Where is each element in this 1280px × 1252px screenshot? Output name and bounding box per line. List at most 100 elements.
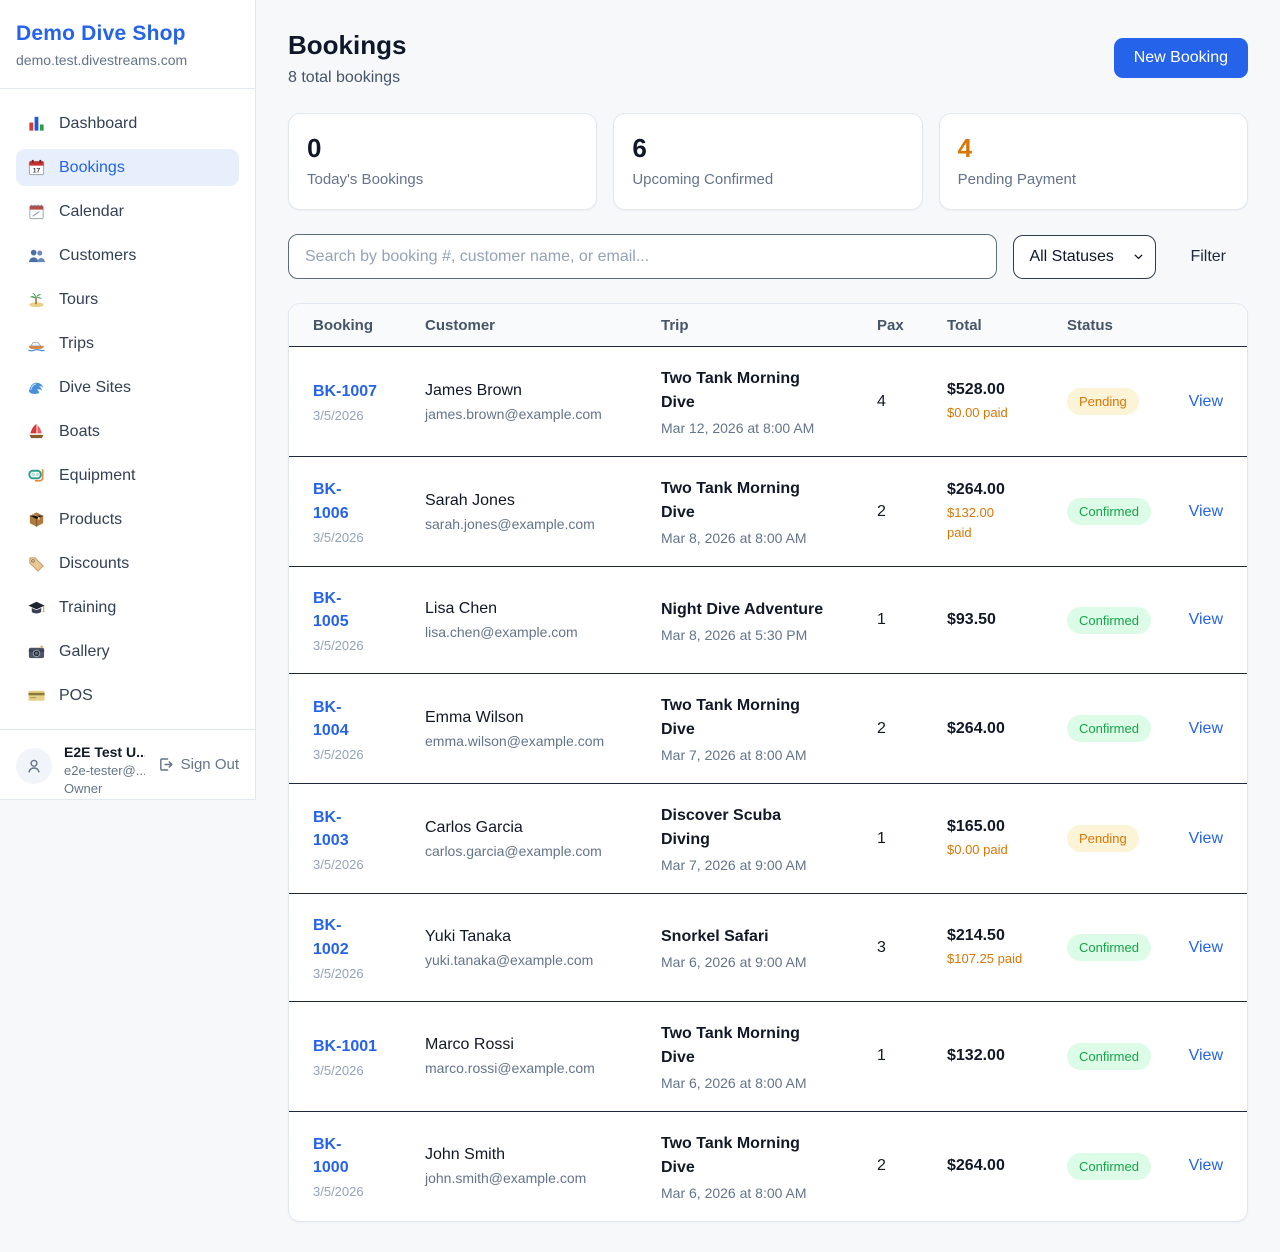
filter-bar: All Statuses Filter — [288, 234, 1248, 279]
page-subtitle: 8 total bookings — [288, 69, 406, 87]
sign-out-button[interactable]: Sign Out — [157, 756, 239, 773]
status-badge: Confirmed — [1067, 1043, 1151, 1070]
booking-id-link[interactable]: BK-1000 — [313, 1133, 355, 1179]
view-link[interactable]: View — [1189, 611, 1223, 628]
customer-name: James Brown — [425, 382, 661, 400]
sidebar-item-trips[interactable]: Trips — [16, 325, 239, 362]
booking-id-link[interactable]: BK-1004 — [313, 696, 355, 742]
customer-name: Lisa Chen — [425, 600, 661, 618]
sidebar-item-equipment[interactable]: Equipment — [16, 457, 239, 494]
stat-card-upcoming-confirmed: 6 Upcoming Confirmed — [613, 113, 922, 210]
user-role: Owner — [64, 781, 145, 796]
stat-card-todays-bookings: 0 Today's Bookings — [288, 113, 597, 210]
stat-label: Upcoming Confirmed — [632, 171, 903, 188]
trip-name: Two Tank Morning Dive — [661, 1022, 833, 1070]
sidebar-item-boats[interactable]: Boats — [16, 413, 239, 450]
user-email: e2e-tester@... — [64, 763, 145, 778]
table-row: BK-1007 3/5/2026 James Brown james.brown… — [289, 347, 1247, 457]
trip-name: Two Tank Morning Dive — [661, 1132, 833, 1180]
customer-name: Yuki Tanaka — [425, 928, 661, 946]
booking-id-link[interactable]: BK-1002 — [313, 914, 355, 960]
trip-name: Two Tank Morning Dive — [661, 694, 833, 742]
total-amount: $264.00 — [947, 1157, 1067, 1175]
total-amount: $214.50 — [947, 927, 1067, 945]
user-info: E2E Test U... e2e-tester@... Owner — [64, 744, 145, 796]
sidebar-item-bookings[interactable]: 17 Bookings — [16, 149, 239, 186]
tag-icon — [26, 554, 46, 574]
booking-id-link[interactable]: BK-1003 — [313, 806, 355, 852]
customer-email: emma.wilson@example.com — [425, 733, 661, 749]
table-row: BK-1004 3/5/2026 Emma Wilson emma.wilson… — [289, 674, 1247, 784]
table-body: BK-1007 3/5/2026 James Brown james.brown… — [289, 347, 1247, 1221]
sidebar-item-discounts[interactable]: Discounts — [16, 545, 239, 582]
paid-amount: $0.00 paid — [947, 840, 1067, 860]
sidebar-item-dashboard[interactable]: Dashboard — [16, 105, 239, 142]
trip-datetime: Mar 8, 2026 at 5:30 PM — [661, 627, 877, 643]
status-select[interactable]: All Statuses — [1013, 235, 1156, 279]
total-amount: $264.00 — [947, 481, 1067, 499]
total-amount: $264.00 — [947, 720, 1067, 738]
sidebar-item-customers[interactable]: Customers — [16, 237, 239, 274]
people-icon — [26, 246, 46, 266]
pax-count: 1 — [877, 830, 947, 848]
sidebar-item-training[interactable]: Training — [16, 589, 239, 626]
stat-card-pending-payment: 4 Pending Payment — [939, 113, 1248, 210]
pax-count: 2 — [877, 503, 947, 521]
trip-name: Two Tank Morning Dive — [661, 367, 833, 415]
table-header-row: Booking Customer Trip Pax Total Status — [289, 304, 1247, 347]
view-link[interactable]: View — [1189, 393, 1223, 410]
view-link[interactable]: View — [1189, 503, 1223, 520]
search-input[interactable] — [288, 234, 997, 279]
status-badge: Confirmed — [1067, 607, 1151, 634]
trip-datetime: Mar 8, 2026 at 8:00 AM — [661, 530, 877, 546]
column-header-booking: Booking — [313, 317, 425, 334]
pax-count: 4 — [877, 393, 947, 411]
sidebar-item-calendar[interactable]: Calendar — [16, 193, 239, 230]
credit-card-icon — [26, 686, 46, 706]
column-header-status: Status — [1067, 317, 1177, 334]
sidebar-item-pos[interactable]: POS — [16, 677, 239, 714]
view-link[interactable]: View — [1189, 720, 1223, 737]
stat-value: 0 — [307, 133, 578, 164]
table-row: BK-1002 3/5/2026 Yuki Tanaka yuki.tanaka… — [289, 894, 1247, 1001]
sidebar-item-dive-sites[interactable]: Dive Sites — [16, 369, 239, 406]
sidebar-item-gallery[interactable]: Gallery — [16, 633, 239, 670]
diving-mask-icon — [26, 466, 46, 486]
sidebar-nav: Dashboard 17 Bookings Calendar Customers… — [0, 89, 255, 729]
booking-id-link[interactable]: BK-1007 — [313, 380, 377, 403]
column-header-customer: Customer — [425, 317, 661, 334]
column-header-total: Total — [947, 317, 1067, 334]
person-icon — [25, 757, 43, 775]
sign-out-icon — [157, 756, 174, 773]
filter-button[interactable]: Filter — [1190, 248, 1226, 266]
sidebar: Demo Dive Shop demo.test.divestreams.com… — [0, 0, 256, 800]
graduation-cap-icon — [26, 598, 46, 618]
pax-count: 2 — [877, 1157, 947, 1175]
stat-label: Today's Bookings — [307, 171, 578, 188]
bar-chart-icon — [26, 114, 46, 134]
booking-id-link[interactable]: BK-1005 — [313, 587, 355, 633]
table-row: BK-1003 3/5/2026 Carlos Garcia carlos.ga… — [289, 784, 1247, 894]
view-link[interactable]: View — [1189, 1157, 1223, 1174]
customer-email: carlos.garcia@example.com — [425, 843, 661, 859]
sidebar-item-tours[interactable]: Tours — [16, 281, 239, 318]
table-row: BK-1001 3/5/2026 Marco Rossi marco.rossi… — [289, 1002, 1247, 1112]
total-amount: $528.00 — [947, 381, 1067, 399]
trip-datetime: Mar 7, 2026 at 8:00 AM — [661, 747, 877, 763]
new-booking-button[interactable]: New Booking — [1114, 38, 1248, 78]
booking-id-link[interactable]: BK-1001 — [313, 1035, 377, 1058]
view-link[interactable]: View — [1189, 939, 1223, 956]
status-badge: Confirmed — [1067, 934, 1151, 961]
customer-name: Marco Rossi — [425, 1036, 661, 1054]
customer-email: yuki.tanaka@example.com — [425, 952, 661, 968]
view-link[interactable]: View — [1189, 1047, 1223, 1064]
trip-datetime: Mar 7, 2026 at 9:00 AM — [661, 857, 877, 873]
view-link[interactable]: View — [1189, 830, 1223, 847]
booking-id-link[interactable]: BK-1006 — [313, 478, 355, 524]
main-content: Bookings 8 total bookings New Booking 0 … — [256, 0, 1280, 1252]
pax-count: 3 — [877, 939, 947, 957]
status-badge: Confirmed — [1067, 715, 1151, 742]
trip-datetime: Mar 6, 2026 at 9:00 AM — [661, 954, 877, 970]
sidebar-item-products[interactable]: Products — [16, 501, 239, 538]
status-badge: Pending — [1067, 388, 1139, 415]
